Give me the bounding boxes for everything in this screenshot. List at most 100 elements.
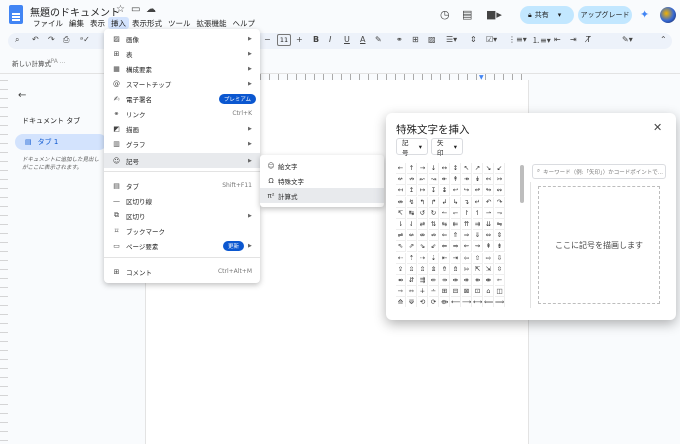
symbol-cell[interactable]: ⇥ xyxy=(451,252,461,264)
symbol-cell[interactable]: ↼ xyxy=(440,207,450,219)
symbol-cell[interactable]: ⇇ xyxy=(451,219,461,230)
add-comment-icon[interactable]: ⊞ xyxy=(412,35,419,44)
link-icon[interactable]: ⚭ xyxy=(396,35,403,44)
collapse-toolbar-icon[interactable]: ⌃ xyxy=(660,35,667,44)
symbol-cell[interactable]: ⇃ xyxy=(407,219,417,230)
folder-icon[interactable]: ▭ xyxy=(131,4,140,15)
symbol-cell[interactable]: ↹ xyxy=(407,207,417,219)
symbol-cell[interactable]: ↴ xyxy=(462,196,472,208)
align-icon[interactable]: ☰▾ xyxy=(446,35,457,44)
subcategory-dropdown[interactable]: 矢印 ▾ xyxy=(431,138,463,157)
symbol-cell[interactable]: ⟶ xyxy=(462,297,472,307)
symbol-cell[interactable]: ⇽ xyxy=(495,275,505,286)
symbol-search-input[interactable]: ⌕ キーワード（例:「矢印」）かコードポイントで... xyxy=(532,164,666,179)
symbol-cell[interactable]: ⇄ xyxy=(418,219,428,230)
symbol-cell[interactable]: ⌂ xyxy=(484,286,494,298)
upgrade-button[interactable]: アップグレード xyxy=(578,6,632,24)
symbol-cell[interactable]: ↽ xyxy=(451,207,461,219)
font-size-decrease-icon[interactable]: − xyxy=(264,35,271,44)
symbol-cell[interactable]: ⇆ xyxy=(440,219,450,230)
symbol-cell[interactable]: ↘ xyxy=(484,163,494,174)
undo-icon[interactable]: ↶ xyxy=(32,35,39,44)
symbol-cell[interactable]: ↪ xyxy=(462,185,472,197)
symbol-cell[interactable]: ⇞ xyxy=(484,241,494,253)
menu-file[interactable]: ファイル xyxy=(30,17,66,29)
symbol-cell[interactable]: ∸ xyxy=(429,286,439,298)
symbol-cell[interactable]: ⇑ xyxy=(451,230,461,242)
symbol-cell[interactable]: ⇲ xyxy=(484,263,494,275)
search-icon[interactable]: ⌕ xyxy=(15,35,19,45)
category-dropdown[interactable]: 記号 ▾ xyxy=(396,138,428,157)
symbol-cell[interactable]: ↮ xyxy=(396,196,406,208)
symbol-cell[interactable]: ⟹ xyxy=(495,297,505,307)
symbol-cell[interactable]: ↧ xyxy=(429,185,439,197)
symbol-cell[interactable]: ⇯ xyxy=(451,263,461,275)
highlight-icon[interactable]: ✎ xyxy=(375,35,382,44)
symbol-cell[interactable]: ⟷ xyxy=(473,297,483,307)
symbol-cell[interactable]: ↛ xyxy=(407,174,417,186)
symbol-cell[interactable]: ⊠ xyxy=(462,286,472,298)
symbol-cell[interactable]: ⇷ xyxy=(429,275,439,286)
draw-symbol-area[interactable]: ここに記号を描画します xyxy=(538,186,660,304)
symbol-cell[interactable]: ↙ xyxy=(495,163,505,174)
symbol-cell[interactable]: ⇜ xyxy=(462,241,472,253)
back-arrow-icon[interactable]: ← xyxy=(18,90,26,101)
menu-item-break[interactable]: ⧉ 区切り ▶ xyxy=(104,208,260,223)
menu-item-page-elements[interactable]: ▭ ページ要素 更新 ▶ xyxy=(104,238,260,253)
menu-item-smart-chips[interactable]: @ スマートチップ ▶ xyxy=(104,76,260,91)
numbered-list-icon[interactable]: ⒈≡▾ xyxy=(532,35,551,46)
symbol-cell[interactable]: ⇰ xyxy=(462,263,472,275)
menu-help[interactable]: ヘルプ xyxy=(230,17,259,29)
symbol-cell[interactable]: ↩ xyxy=(451,185,461,197)
symbol-cell[interactable]: ⇟ xyxy=(495,241,505,253)
symbol-cell[interactable]: ⇉ xyxy=(473,219,483,230)
symbol-cell[interactable]: ↓ xyxy=(429,163,439,174)
menu-item-link[interactable]: ⚭ リンク Ctrl+K xyxy=(104,106,260,121)
symbol-cell[interactable]: ↵ xyxy=(473,196,483,208)
symbol-cell[interactable]: ↞ xyxy=(440,174,450,186)
symbol-cell[interactable]: ⇁ xyxy=(495,207,505,219)
video-call-icon[interactable]: ■▸ xyxy=(486,8,502,21)
symbol-cell[interactable]: ⇭ xyxy=(429,263,439,275)
symbol-cell[interactable]: ⇌ xyxy=(396,230,406,242)
symbol-cell[interactable]: ↑ xyxy=(407,163,417,174)
symbol-cell[interactable]: ⇎ xyxy=(418,230,428,242)
clear-formatting-icon[interactable]: T̸ xyxy=(586,35,591,44)
symbol-cell[interactable]: ⇈ xyxy=(462,219,472,230)
symbol-cell[interactable]: ⇵ xyxy=(407,275,417,286)
symbol-cell[interactable]: ↱ xyxy=(429,196,439,208)
symbol-cell[interactable]: ⊞ xyxy=(440,286,450,298)
menu-item-drawing[interactable]: ◩ 描画 ▶ xyxy=(104,121,260,136)
print-icon[interactable]: ⎙ xyxy=(63,35,69,45)
symbol-cell[interactable]: ⇤ xyxy=(440,252,450,264)
symbol-cell[interactable]: ↝ xyxy=(429,174,439,186)
symbol-cell[interactable]: ⇣ xyxy=(429,252,439,264)
symbol-cell[interactable]: ⇻ xyxy=(473,275,483,286)
menu-edit[interactable]: 編集 xyxy=(66,17,87,29)
editing-mode-icon[interactable]: ✎▾ xyxy=(622,35,633,44)
comment-icon[interactable]: ▤ xyxy=(462,8,472,21)
menu-insert[interactable]: 挿入 xyxy=(108,17,129,29)
italic-icon[interactable]: I xyxy=(329,35,331,44)
menu-item-chart[interactable]: ▥ グラフ ▶ xyxy=(104,136,260,151)
redo-icon[interactable]: ↷ xyxy=(48,35,55,44)
submenu-item-emoji[interactable]: ☺ 絵文字 xyxy=(260,158,384,173)
symbol-cell[interactable]: ↿ xyxy=(473,207,483,219)
symbol-cell[interactable]: ⇪ xyxy=(396,263,406,275)
submenu-item-equation[interactable]: π² 計算式 xyxy=(260,188,384,203)
symbol-cell[interactable]: ⇀ xyxy=(484,207,494,219)
symbol-cell[interactable]: ↫ xyxy=(473,185,483,197)
symbol-cell[interactable]: ↡ xyxy=(473,174,483,186)
symbol-cell[interactable]: ↠ xyxy=(462,174,472,186)
symbol-cell[interactable]: ⊡ xyxy=(473,286,483,298)
symbol-cell[interactable]: ⇫ xyxy=(407,263,417,275)
symbol-cell[interactable]: ↤ xyxy=(396,185,406,197)
symbol-cell[interactable]: ↳ xyxy=(451,196,461,208)
symbol-cell[interactable]: ↖ xyxy=(462,163,472,174)
symbol-cell[interactable]: ⇢ xyxy=(418,252,428,264)
symbol-cell[interactable]: ⇚ xyxy=(440,241,450,253)
symbol-cell[interactable]: ⇋ xyxy=(495,219,505,230)
symbol-cell[interactable]: ↗ xyxy=(473,163,483,174)
symbol-cell[interactable]: ⇘ xyxy=(418,241,428,253)
symbol-cell[interactable]: ↣ xyxy=(495,174,505,186)
